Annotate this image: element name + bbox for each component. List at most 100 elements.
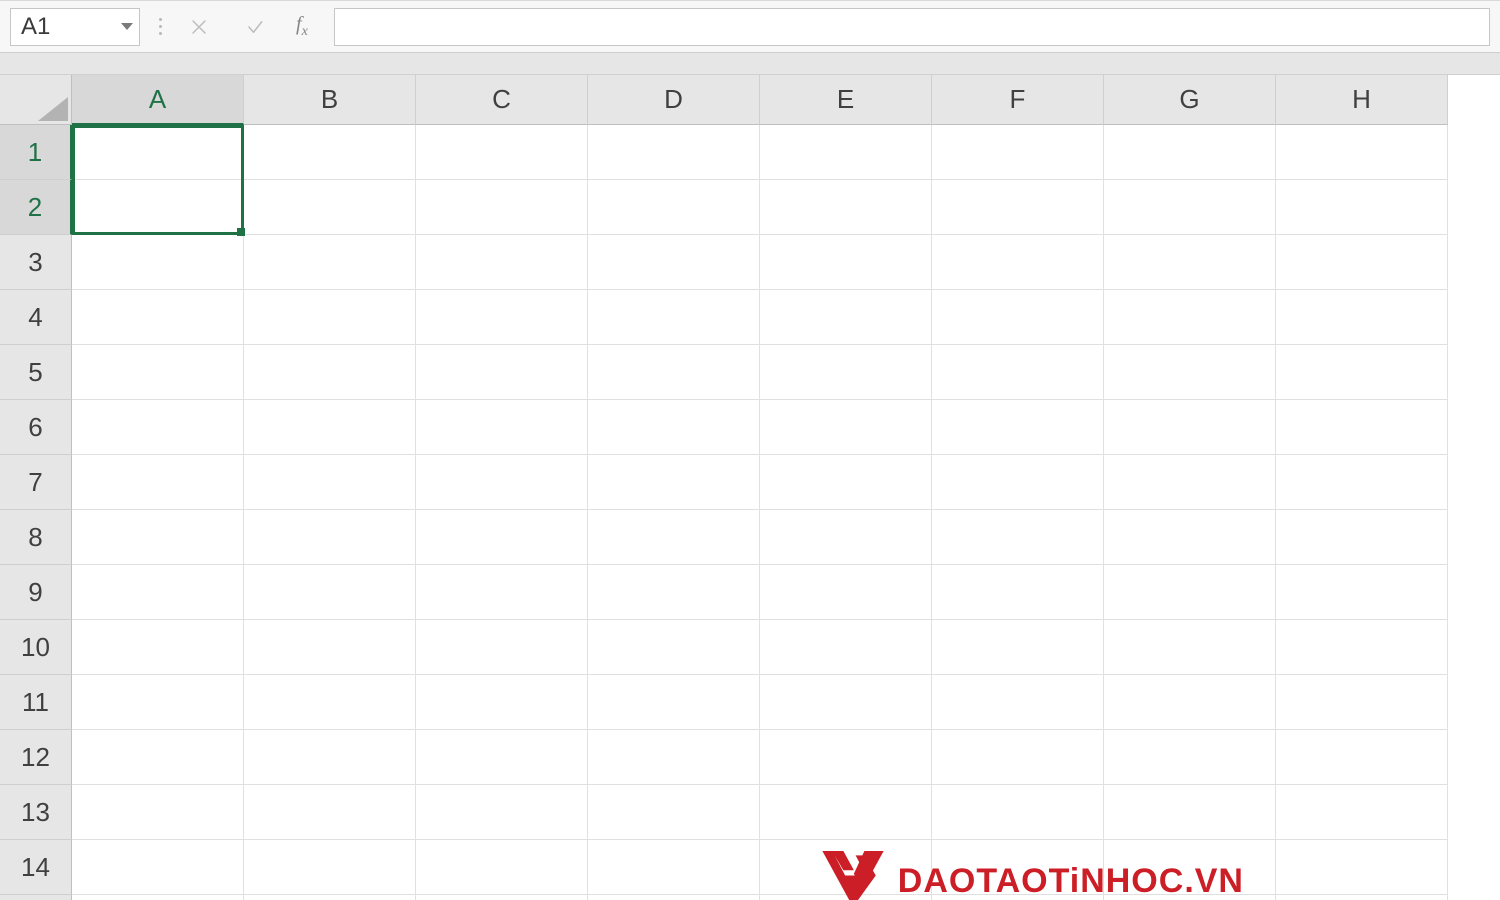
- row-header[interactable]: 8: [0, 510, 72, 565]
- cell[interactable]: [932, 730, 1104, 785]
- cell[interactable]: [932, 510, 1104, 565]
- cell[interactable]: [416, 125, 588, 180]
- cell[interactable]: [244, 455, 416, 510]
- cell[interactable]: [588, 290, 760, 345]
- row-header[interactable]: 6: [0, 400, 72, 455]
- cell[interactable]: [416, 565, 588, 620]
- cancel-button[interactable]: [180, 8, 218, 46]
- row-header[interactable]: 9: [0, 565, 72, 620]
- cell[interactable]: [72, 840, 244, 895]
- cell[interactable]: [416, 345, 588, 400]
- row-header[interactable]: 5: [0, 345, 72, 400]
- cell[interactable]: [72, 510, 244, 565]
- cell[interactable]: [1276, 565, 1448, 620]
- cell[interactable]: [588, 620, 760, 675]
- row-header[interactable]: 14: [0, 840, 72, 895]
- cell[interactable]: [72, 730, 244, 785]
- cell[interactable]: [416, 730, 588, 785]
- cell[interactable]: [588, 840, 760, 895]
- cell[interactable]: [760, 510, 932, 565]
- cell[interactable]: [416, 180, 588, 235]
- cell[interactable]: [1276, 620, 1448, 675]
- cell[interactable]: [416, 235, 588, 290]
- cell[interactable]: [760, 235, 932, 290]
- cell[interactable]: [416, 455, 588, 510]
- column-header[interactable]: A: [72, 75, 244, 125]
- column-header[interactable]: E: [760, 75, 932, 125]
- cell[interactable]: [1276, 180, 1448, 235]
- cell[interactable]: [244, 895, 416, 900]
- cell[interactable]: [932, 565, 1104, 620]
- cell[interactable]: [1104, 620, 1276, 675]
- cell[interactable]: [244, 510, 416, 565]
- row-header[interactable]: 3: [0, 235, 72, 290]
- cell[interactable]: [932, 785, 1104, 840]
- cell[interactable]: [1276, 455, 1448, 510]
- cell[interactable]: [932, 620, 1104, 675]
- cell[interactable]: [244, 840, 416, 895]
- cell[interactable]: [1104, 730, 1276, 785]
- column-header[interactable]: H: [1276, 75, 1448, 125]
- column-header[interactable]: G: [1104, 75, 1276, 125]
- cell[interactable]: [72, 345, 244, 400]
- column-header[interactable]: F: [932, 75, 1104, 125]
- cell[interactable]: [1104, 785, 1276, 840]
- cell[interactable]: [1104, 345, 1276, 400]
- cell[interactable]: [244, 235, 416, 290]
- cell[interactable]: [1276, 895, 1448, 900]
- cell[interactable]: [72, 895, 244, 900]
- cell[interactable]: [72, 565, 244, 620]
- row-header[interactable]: 1: [0, 125, 72, 180]
- cell[interactable]: [760, 730, 932, 785]
- row-header[interactable]: 10: [0, 620, 72, 675]
- cell[interactable]: [1276, 510, 1448, 565]
- cell[interactable]: [1104, 895, 1276, 900]
- row-header[interactable]: 7: [0, 455, 72, 510]
- cell[interactable]: [72, 675, 244, 730]
- cell[interactable]: [932, 400, 1104, 455]
- cell[interactable]: [416, 290, 588, 345]
- cell[interactable]: [932, 235, 1104, 290]
- cell[interactable]: [932, 290, 1104, 345]
- cell[interactable]: [72, 125, 244, 180]
- cell[interactable]: [760, 620, 932, 675]
- row-header[interactable]: 12: [0, 730, 72, 785]
- cell[interactable]: [1104, 455, 1276, 510]
- cell[interactable]: [932, 455, 1104, 510]
- cell[interactable]: [244, 400, 416, 455]
- cell[interactable]: [1276, 785, 1448, 840]
- cell[interactable]: [416, 895, 588, 900]
- cell[interactable]: [244, 565, 416, 620]
- name-box[interactable]: A1: [10, 8, 140, 46]
- column-header[interactable]: D: [588, 75, 760, 125]
- cell[interactable]: [416, 620, 588, 675]
- cell[interactable]: [244, 125, 416, 180]
- cell[interactable]: [1104, 400, 1276, 455]
- cell[interactable]: [1276, 125, 1448, 180]
- row-header[interactable]: 4: [0, 290, 72, 345]
- row-header[interactable]: 11: [0, 675, 72, 730]
- cell[interactable]: [1276, 290, 1448, 345]
- cell[interactable]: [244, 785, 416, 840]
- cell[interactable]: [932, 840, 1104, 895]
- cell[interactable]: [760, 675, 932, 730]
- cell[interactable]: [1104, 565, 1276, 620]
- cell[interactable]: [760, 290, 932, 345]
- cell[interactable]: [588, 400, 760, 455]
- cell[interactable]: [1104, 125, 1276, 180]
- cell[interactable]: [588, 510, 760, 565]
- cell[interactable]: [72, 180, 244, 235]
- cell[interactable]: [760, 125, 932, 180]
- select-all-corner[interactable]: [0, 75, 72, 125]
- cell[interactable]: [932, 180, 1104, 235]
- cell[interactable]: [760, 565, 932, 620]
- row-header[interactable]: 13: [0, 785, 72, 840]
- cell[interactable]: [1104, 235, 1276, 290]
- cell[interactable]: [588, 730, 760, 785]
- cell[interactable]: [244, 620, 416, 675]
- row-header[interactable]: 2: [0, 180, 72, 235]
- cell[interactable]: [1104, 290, 1276, 345]
- cell[interactable]: [72, 785, 244, 840]
- cell[interactable]: [932, 895, 1104, 900]
- cell[interactable]: [1276, 730, 1448, 785]
